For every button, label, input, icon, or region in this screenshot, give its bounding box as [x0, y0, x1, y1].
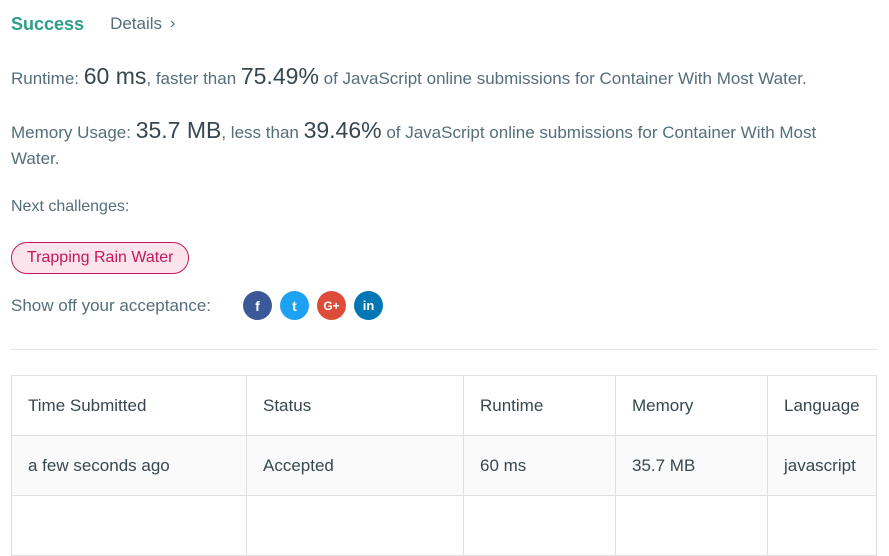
cell-empty: [463, 495, 616, 556]
col-memory[interactable]: Memory: [615, 375, 768, 436]
cell-time-submitted: a few seconds ago: [11, 435, 247, 496]
cell-status-link[interactable]: Accepted: [246, 435, 464, 496]
col-time-submitted[interactable]: Time Submitted: [11, 375, 247, 436]
social-share-buttons: f t G+ in: [243, 291, 391, 320]
result-header: Success Details ›: [11, 12, 175, 36]
cell-runtime: 60 ms: [463, 435, 616, 496]
success-status: Success: [11, 13, 85, 34]
memory-label: Memory Usage:: [11, 123, 136, 142]
details-link[interactable]: Details ›: [110, 14, 175, 34]
runtime-mid: , faster than: [146, 69, 241, 88]
table-row: [11, 495, 877, 556]
memory-summary: Memory Usage: 35.7 MB, less than 39.46% …: [11, 117, 841, 172]
runtime-summary: Runtime: 60 ms, faster than 75.49% of Ja…: [11, 63, 807, 92]
runtime-label: Runtime:: [11, 69, 84, 88]
col-language[interactable]: Language: [767, 375, 877, 436]
submissions-table: Time Submitted Status Runtime Memory Lan…: [11, 375, 877, 556]
table-row: a few seconds ago Accepted 60 ms 35.7 MB…: [11, 435, 877, 496]
next-challenges-label: Next challenges:: [11, 198, 130, 215]
cell-memory: 35.7 MB: [615, 435, 768, 496]
google-plus-icon[interactable]: G+: [317, 291, 346, 320]
runtime-percent: 75.49%: [240, 63, 319, 89]
memory-mid: , less than: [221, 123, 304, 142]
twitter-icon[interactable]: t: [280, 291, 309, 320]
chevron-right-icon: ›: [170, 15, 176, 32]
col-runtime[interactable]: Runtime: [463, 375, 616, 436]
memory-percent: 39.46%: [303, 117, 382, 143]
cell-empty: [767, 495, 877, 556]
runtime-value: 60 ms: [83, 63, 147, 89]
table-header-row: Time Submitted Status Runtime Memory Lan…: [11, 375, 877, 436]
cell-language: javascript: [767, 435, 877, 496]
memory-value: 35.7 MB: [135, 117, 222, 143]
facebook-icon[interactable]: f: [243, 291, 272, 320]
share-label: Show off your acceptance:: [11, 296, 212, 315]
divider: [11, 349, 877, 350]
cell-empty: [246, 495, 464, 556]
col-status[interactable]: Status: [246, 375, 464, 436]
cell-empty: [615, 495, 768, 556]
challenge-tag-trapping-rain-water[interactable]: Trapping Rain Water: [11, 242, 190, 274]
runtime-tail: of JavaScript online submissions for Con…: [318, 69, 807, 88]
cell-empty: [11, 495, 247, 556]
details-label: Details: [110, 14, 163, 33]
linkedin-icon[interactable]: in: [354, 291, 383, 320]
